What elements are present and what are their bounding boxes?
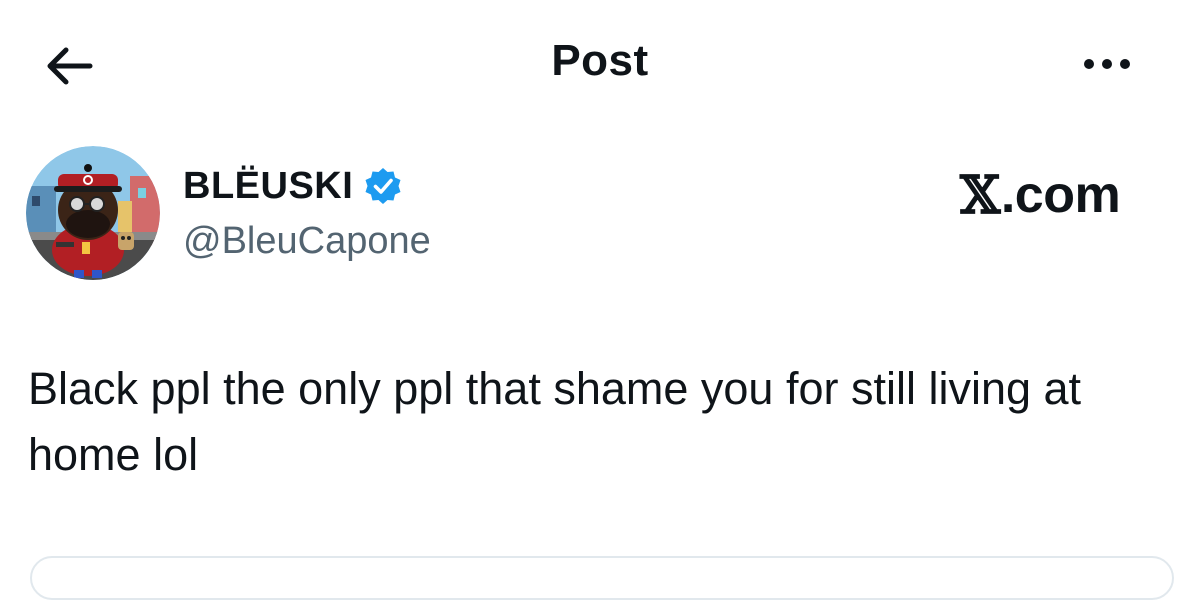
top-bar: Post [0, 0, 1200, 130]
post-text: Black ppl the only ppl that shame you fo… [28, 363, 1082, 480]
x-logo-icon: 𝕏 [960, 164, 1000, 226]
display-name[interactable]: BLËUSKI [183, 165, 353, 208]
name-row: BLËUSKI [183, 156, 431, 216]
source-domain: .com [1000, 166, 1121, 224]
avatar[interactable] [26, 146, 160, 280]
source-watermark: 𝕏 .com [960, 160, 1160, 230]
avatar-illustration [26, 146, 160, 280]
verified-badge-icon [365, 168, 401, 204]
user-handle[interactable]: @BleuCapone [183, 220, 431, 263]
author-block[interactable]: BLËUSKI @BleuCapone [183, 156, 431, 263]
page-title: Post [551, 36, 649, 85]
more-button[interactable] [1072, 38, 1142, 90]
more-horizontal-icon [1084, 59, 1130, 69]
next-card-edge [30, 556, 1174, 600]
